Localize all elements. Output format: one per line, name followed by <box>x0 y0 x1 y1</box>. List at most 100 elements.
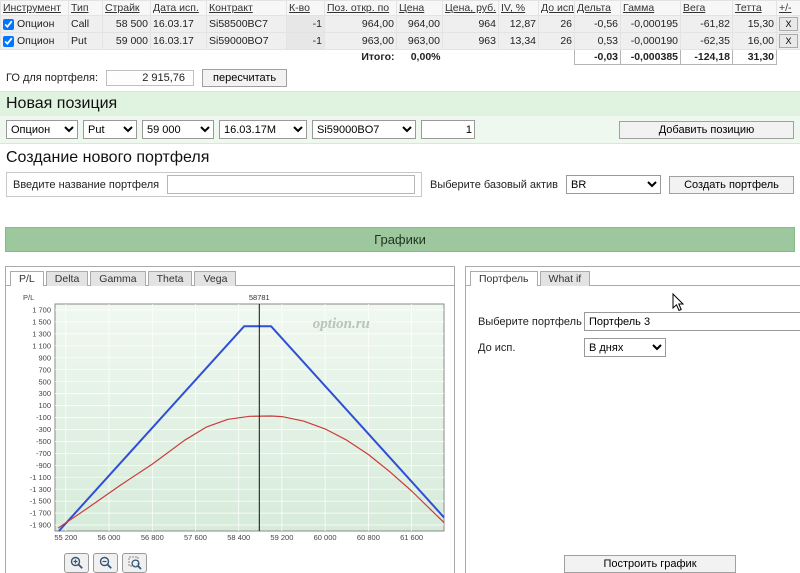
svg-text:-1 100: -1 100 <box>30 473 51 482</box>
col-header-theta: Тетта <box>732 0 777 16</box>
days-mode-select[interactable]: В днях <box>584 338 666 357</box>
svg-text:61 600: 61 600 <box>400 533 423 542</box>
zoom-out-button[interactable] <box>93 553 118 573</box>
build-chart-button[interactable]: Построить график <box>564 555 736 573</box>
sort-contract-link[interactable]: Контракт <box>209 2 253 14</box>
quantity-input[interactable] <box>421 120 475 139</box>
new-portfolio-row: Введите название портфеля Выберите базов… <box>6 172 794 197</box>
svg-text:option.ru: option.ru <box>313 316 370 332</box>
tab-theta[interactable]: Theta <box>147 271 193 286</box>
cell-days: 26 <box>538 15 575 33</box>
charts-panels: P/L Delta Gamma Theta Vega 1 700 1 500 1 3… <box>5 266 800 573</box>
totals-vega: -124,18 <box>680 49 733 65</box>
sort-price-rub-link[interactable]: Цена, руб. <box>445 2 496 14</box>
svg-text:-100: -100 <box>36 413 51 422</box>
position-checkbox[interactable] <box>3 18 14 30</box>
chart-panel: P/L Delta Gamma Theta Vega 1 700 1 500 1 3… <box>5 266 455 573</box>
svg-text:56 800: 56 800 <box>141 533 164 542</box>
recalculate-button[interactable]: пересчитать <box>202 69 288 87</box>
sort-days-link[interactable]: До исп. <box>541 2 574 14</box>
col-header-contract: Контракт <box>206 0 287 16</box>
portfolio-tabs: Портфель What if <box>466 267 800 286</box>
position-row-call: Опцион Call 58 500 16.03.17 Si58500BC7 -… <box>0 15 800 33</box>
sort-delta-link[interactable]: Дельта <box>577 2 611 14</box>
cell-contract: Si58500BC7 <box>206 15 287 33</box>
cell-qty: -1 <box>286 15 325 33</box>
sort-open-price-link[interactable]: Поз. откр. по <box>327 2 389 14</box>
cell-gamma: -0,000195 <box>620 15 681 33</box>
tab-what-if[interactable]: What if <box>539 271 591 286</box>
svg-text:-700: -700 <box>36 449 51 458</box>
sort-qty-link[interactable]: К-во <box>289 2 310 14</box>
position-checkbox[interactable] <box>3 35 14 47</box>
zoom-reset-button[interactable] <box>122 553 147 573</box>
zoom-in-icon <box>70 556 83 569</box>
svg-text:100: 100 <box>38 401 51 410</box>
cell-contract: Si59000BO7 <box>206 32 287 50</box>
delete-position-button[interactable]: X <box>779 17 798 31</box>
sort-strike-link[interactable]: Страйк <box>105 2 140 14</box>
sort-instrument-link[interactable]: Инструмент <box>3 2 61 14</box>
sort-gamma-link[interactable]: Гамма <box>623 2 654 14</box>
portfolio-select[interactable]: Портфель 3 <box>584 312 800 331</box>
sort-theta-link[interactable]: Тетта <box>735 2 762 14</box>
sort-vega-link[interactable]: Вега <box>683 2 705 14</box>
svg-text:-500: -500 <box>36 437 51 446</box>
svg-text:-900: -900 <box>36 461 51 470</box>
svg-text:60 800: 60 800 <box>357 533 380 542</box>
create-portfolio-button[interactable]: Создать портфель <box>669 175 794 194</box>
margin-label: ГО для портфеля: <box>6 72 99 84</box>
cell-delta: -0,56 <box>574 15 621 33</box>
zoom-out-icon <box>99 556 112 569</box>
cell-price-rub: 964 <box>442 15 499 33</box>
col-header-qty: К-во <box>286 0 325 16</box>
sort-plus-minus-link[interactable]: +/- <box>779 2 792 14</box>
strike-select[interactable]: 59 000 <box>142 120 214 139</box>
cell-expiry: 16.03.17 <box>150 15 207 33</box>
tab-vega[interactable]: Vega <box>194 271 237 286</box>
expiry-select[interactable]: 16.03.17М <box>219 120 307 139</box>
svg-text:1 100: 1 100 <box>32 341 51 350</box>
tab-delta[interactable]: Delta <box>45 271 89 286</box>
sort-price-link[interactable]: Цена <box>399 2 424 14</box>
base-asset-label: Выберите базовый актив <box>430 178 558 191</box>
table-header-row: Инструмент Тип Страйк Дата исп. Контракт… <box>0 0 800 16</box>
cell-instrument: Опцион <box>0 15 69 33</box>
days-select-label: До исп. <box>478 341 516 354</box>
cell-vega: -61,82 <box>680 15 733 33</box>
svg-text:900: 900 <box>38 353 51 362</box>
positions-table: Инструмент Тип Страйк Дата исп. Контракт… <box>0 0 800 65</box>
cell-strike: 58 500 <box>102 15 151 33</box>
cell-gamma: -0,000190 <box>620 32 681 50</box>
tab-portfolio[interactable]: Портфель <box>470 271 538 286</box>
svg-text:58 400: 58 400 <box>227 533 250 542</box>
totals-spacer <box>0 49 325 65</box>
sort-type-link[interactable]: Тип <box>71 2 89 14</box>
instrument-select[interactable]: Опцион <box>6 120 78 139</box>
tab-gamma[interactable]: Gamma <box>90 271 146 286</box>
contract-select[interactable]: Si59000BO7 <box>312 120 416 139</box>
svg-text:57 600: 57 600 <box>184 533 207 542</box>
portfolio-select-row: Выберите портфель Портфель 3 <box>478 312 800 331</box>
cell-type: Call <box>68 15 103 33</box>
sort-expiry-link[interactable]: Дата исп. <box>153 2 199 14</box>
new-position-title: Новая позиция <box>0 92 800 116</box>
zoom-reset-icon <box>128 556 142 570</box>
col-header-vega: Вега <box>680 0 733 16</box>
new-portfolio-title: Создание нового портфеля <box>6 149 210 166</box>
option-type-select[interactable]: Put <box>83 120 137 139</box>
svg-text:58781: 58781 <box>249 293 270 302</box>
portfolio-form: Выберите портфель Портфель 3 До исп. В д… <box>478 312 800 357</box>
cell-open-price: 963,00 <box>324 32 397 50</box>
portfolio-name-input[interactable] <box>167 175 415 194</box>
cell-open-price: 964,00 <box>324 15 397 33</box>
base-asset-select[interactable]: BR <box>566 175 661 194</box>
cell-type: Put <box>68 32 103 50</box>
add-position-button[interactable]: Добавить позицию <box>619 120 794 139</box>
portfolio-select-label: Выберите портфель <box>478 315 582 328</box>
zoom-in-button[interactable] <box>64 553 89 573</box>
sort-iv-link[interactable]: IV, % <box>501 2 525 14</box>
delete-position-button[interactable]: X <box>779 34 798 48</box>
svg-text:300: 300 <box>38 389 51 398</box>
tab-pl[interactable]: P/L <box>10 271 44 286</box>
